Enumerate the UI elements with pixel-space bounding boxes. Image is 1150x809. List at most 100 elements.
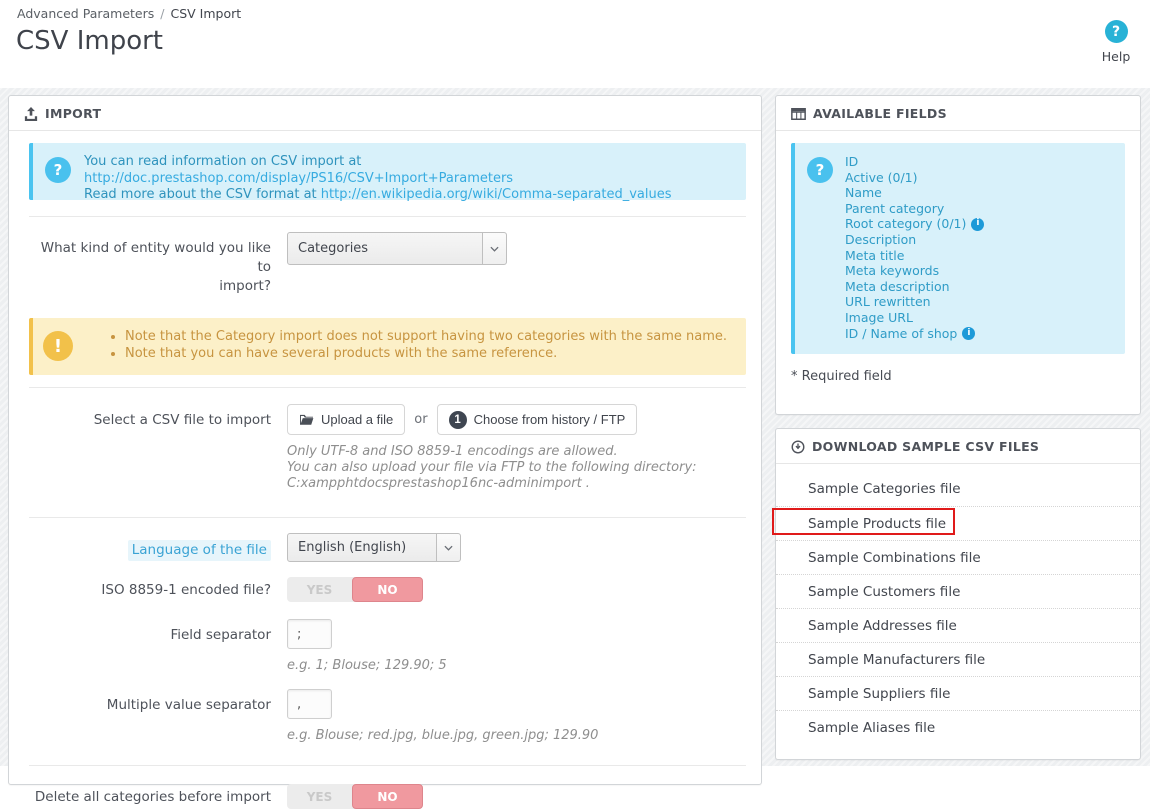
page-title: CSV Import [16,26,163,56]
iso-row: ISO 8859-1 encoded file? YES NO [9,577,761,602]
entity-select-value: Categories [298,241,369,256]
field-separator-example: e.g. 1; Blouse; 129.90; 5 [287,658,447,673]
field-item: Parent category [845,200,945,216]
sample-manufacturers-link[interactable]: Sample Manufacturers file [776,642,1140,676]
fields-info-alert: ? ID Active (0/1) Name Parent category R… [791,143,1125,354]
warning-bullet-2: Note that you can have several products … [125,346,727,363]
history-count-badge: 1 [448,410,467,429]
delete-categories-switch: YES NO [287,784,423,809]
available-fields-title: AVAILABLE FIELDS [813,106,947,121]
field-item: ID / Name of shop i [845,326,984,342]
choose-from-history-button[interactable]: 1 Choose from history / FTP [436,404,638,435]
field-item: Root category (0/1) i [845,216,985,232]
breadcrumb-separator: / [160,6,165,21]
divider [29,216,746,217]
info-line1-text: You can read information on CSV import a… [84,154,362,169]
import-upload-icon [24,106,38,121]
file-help-line-3: C:xampphtdocsprestashop16nc-adminimport … [287,476,590,491]
language-row: Language of the file English (English) [9,533,761,562]
required-field-note: * Required field [791,369,892,384]
file-select-row: Select a CSV file to import Upload a fil… [9,404,761,492]
multiple-separator-row: Multiple value separator e.g. Blouse; re… [9,689,761,743]
multiple-separator-label: Multiple value separator [106,697,271,713]
field-item: Name [845,185,882,201]
breadcrumb: Advanced Parameters / CSV Import [17,6,241,21]
samples-panel: DOWNLOAD SAMPLE CSV FILES Sample Categor… [775,428,1141,760]
info-icon[interactable]: i [962,326,976,340]
download-circle-icon [791,440,805,454]
field-separator-input[interactable] [287,619,332,649]
iso-switch: YES NO [287,577,423,602]
field-item: Active (0/1) [845,169,918,185]
available-fields-header: AVAILABLE FIELDS [776,96,1140,131]
sample-customers-link[interactable]: Sample Customers file [776,574,1140,608]
warning-bullets: Note that the Category import does not s… [73,329,727,375]
iso-switch-yes[interactable]: YES [287,577,352,602]
help-question-icon[interactable]: ? [1104,20,1128,43]
sample-combinations-link[interactable]: Sample Combinations file [776,540,1140,574]
category-warning-alert: ! Note that the Category import does not… [29,318,746,375]
fields-list: ID Active (0/1) Name Parent category Roo… [845,143,985,354]
csv-import-doc-link[interactable]: http://doc.prestashop.com/display/PS16/C… [84,171,513,186]
file-help-line-1: Only UTF-8 and ISO 8859-1 encodings are … [287,444,618,459]
divider [29,517,746,518]
sample-products-link[interactable]: Sample Products file [776,506,1140,540]
entity-label: What kind of entity would you like to im… [40,240,271,294]
breadcrumb-current: CSV Import [170,6,242,21]
folder-open-icon [299,413,314,426]
info-icon[interactable]: i [971,217,985,231]
iso-label: ISO 8859-1 encoded file? [101,582,271,598]
upload-file-button[interactable]: Upload a file [287,404,406,435]
chevron-down-icon [482,233,506,264]
delete-categories-row: Delete all categories before import YES … [9,784,761,809]
multiple-separator-example: e.g. Blouse; red.jpg, blue.jpg, green.jp… [287,728,599,743]
sample-aliases-link[interactable]: Sample Aliases file [776,710,1140,744]
field-item: Meta title [845,247,905,263]
help-label[interactable]: Help [1102,49,1131,64]
sample-categories-link[interactable]: Sample Categories file [776,472,1140,506]
file-help-text: Only UTF-8 and ISO 8859-1 encodings are … [287,444,746,492]
field-item: Meta keywords [845,263,940,279]
samples-panel-header: DOWNLOAD SAMPLE CSV FILES [776,429,1140,464]
field-item: Description [845,231,917,247]
available-fields-panel: AVAILABLE FIELDS ? ID Active (0/1) Name … [775,95,1141,415]
language-label[interactable]: Language of the file [127,540,271,561]
choose-from-history-label: Choose from history / FTP [473,412,626,427]
question-icon: ? [45,157,71,183]
breadcrumb-section[interactable]: Advanced Parameters [17,6,154,21]
delete-switch-yes[interactable]: YES [287,784,352,809]
help-button[interactable]: ? Help [1090,20,1142,64]
upload-file-label: Upload a file [321,412,394,427]
delete-categories-label: Delete all categories before import [34,789,271,805]
warning-icon: ! [43,331,73,361]
page-header: Advanced Parameters / CSV Import CSV Impor… [0,0,1150,88]
field-item: URL rewritten [845,294,931,310]
iso-switch-no[interactable]: NO [352,577,423,602]
field-item: ID [845,154,859,169]
divider [29,387,746,388]
language-select-value: English (English) [298,540,407,555]
field-separator-row: Field separator e.g. 1; Blouse; 129.90; … [9,619,761,673]
import-panel: IMPORT ? You can read information on CSV… [8,95,762,809]
entity-select[interactable]: Categories [287,232,507,265]
chevron-down-icon [436,534,460,561]
info-line2-text: Read more about the CSV format at [84,187,321,202]
import-panel-title: IMPORT [45,106,102,121]
warning-bullet-1: Note that the Category import does not s… [125,329,727,346]
csv-format-wiki-link[interactable]: http://en.wikipedia.org/wiki/Comma-separ… [321,187,672,202]
samples-panel-title: DOWNLOAD SAMPLE CSV FILES [812,439,1040,454]
field-item: Meta description [845,278,950,294]
sample-addresses-link[interactable]: Sample Addresses file [776,608,1140,642]
multiple-separator-input[interactable] [287,689,332,719]
question-icon: ? [807,157,833,183]
entity-row: What kind of entity would you like to im… [9,232,761,296]
field-item: Image URL [845,309,913,325]
file-help-line-2: You can also upload your file via FTP to… [287,460,697,475]
table-icon [791,107,806,120]
csv-info-alert: ? You can read information on CSV import… [29,143,746,202]
sample-suppliers-link[interactable]: Sample Suppliers file [776,676,1140,710]
language-select[interactable]: English (English) [287,533,461,562]
delete-switch-no[interactable]: NO [352,784,423,809]
samples-list: Sample Categories file Sample Products f… [776,472,1140,744]
field-separator-label: Field separator [170,627,271,643]
